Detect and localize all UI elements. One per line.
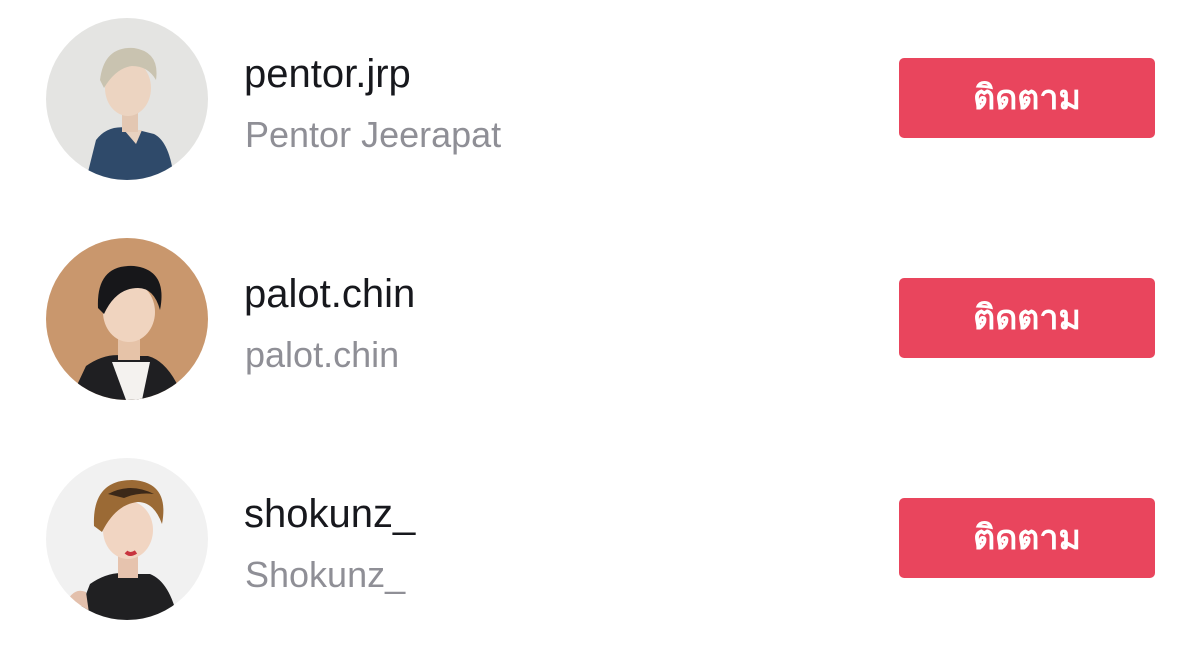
follow-button[interactable]: ติดตาม (899, 58, 1155, 138)
avatar-photo-icon (46, 238, 208, 400)
display-name: palot.chin (245, 334, 400, 375)
list-item: pentor.jrp Pentor Jeerapat ติดตาม (0, 0, 1200, 200)
display-name: Pentor Jeerapat (245, 114, 502, 155)
avatar-photo-icon (46, 458, 208, 620)
display-name: Shokunz_ (245, 554, 406, 595)
username[interactable]: shokunz_ (244, 490, 415, 538)
follow-button[interactable]: ติดตาม (899, 278, 1155, 358)
suggested-accounts-list: pentor.jrp Pentor Jeerapat ติดตาม palot.… (0, 0, 1200, 649)
avatar[interactable] (46, 18, 208, 180)
username[interactable]: palot.chin (244, 270, 415, 318)
username[interactable]: pentor.jrp (244, 50, 411, 98)
list-item: shokunz_ Shokunz_ ติดตาม (0, 440, 1200, 640)
follow-button[interactable]: ติดตาม (899, 498, 1155, 578)
avatar[interactable] (46, 458, 208, 620)
avatar[interactable] (46, 238, 208, 400)
list-item: palot.chin palot.chin ติดตาม (0, 220, 1200, 420)
avatar-photo-icon (46, 18, 208, 180)
